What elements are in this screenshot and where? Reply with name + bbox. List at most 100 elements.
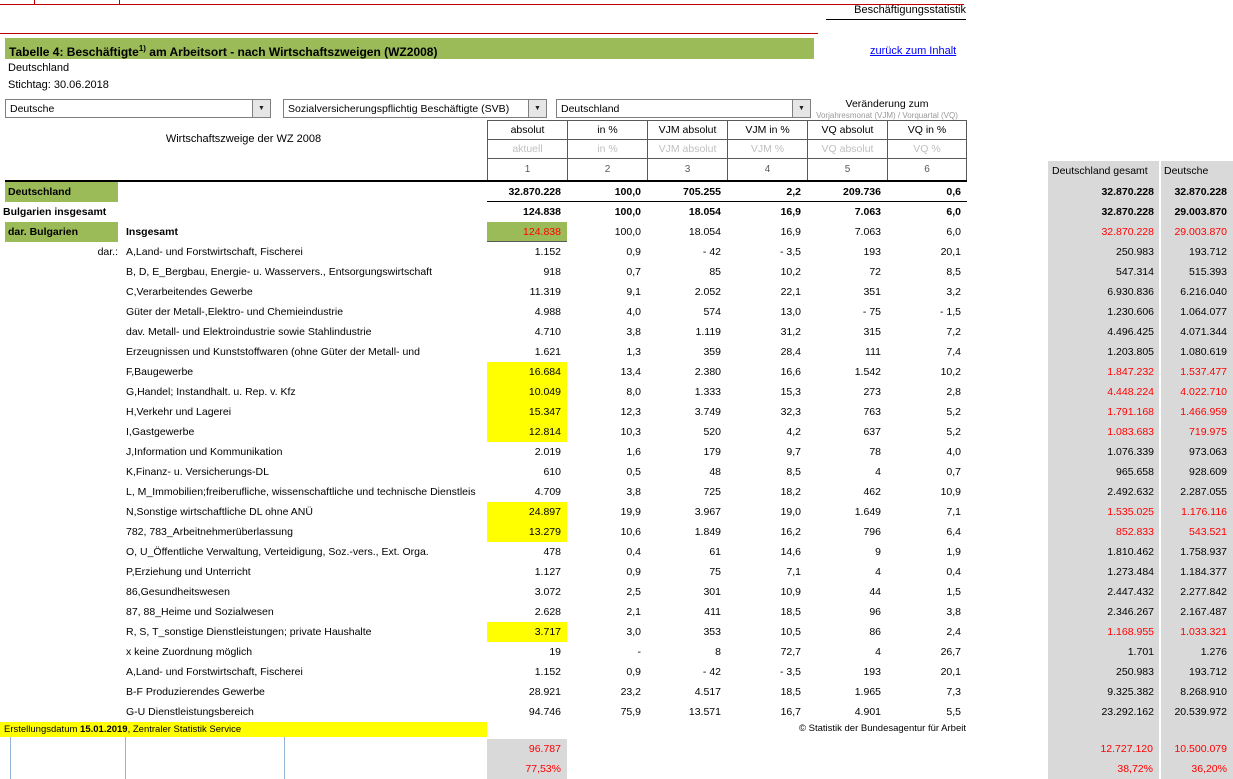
cell-absolut: 13.279 <box>487 522 567 542</box>
region-dropdown[interactable]: Deutschland ▼ <box>556 99 811 118</box>
cell-in-percent: 8,0 <box>567 382 647 402</box>
cell-vq-absolut: 351 <box>807 282 887 302</box>
row-side-label: Deutschland <box>0 182 125 202</box>
cell-deutsche: 1.184.377 <box>1160 562 1233 582</box>
cell-vq-absolut: 4 <box>807 462 887 482</box>
row-label: N,Sonstige wirtschaftliche DL ohne ANÜ <box>125 502 487 522</box>
cell-vjm-absolut: 1.119 <box>647 322 727 342</box>
cell-absolut: 3.072 <box>487 582 567 602</box>
cell-in-percent: 100,0 <box>567 202 647 222</box>
table-row: B-F Produzierendes Gewerbe 28.921 23,2 4… <box>0 682 1233 702</box>
cell-deutschland-gesamt: 250.983 <box>1048 662 1160 682</box>
cell-in-percent: 0,9 <box>567 562 647 582</box>
cell-vq-absolut: 637 <box>807 422 887 442</box>
dropdown-arrow-icon[interactable]: ▼ <box>528 100 546 117</box>
row-side-label <box>0 382 125 402</box>
gridline <box>284 737 285 779</box>
measure-dropdown[interactable]: Sozialversicherungspflichtig Beschäftigt… <box>283 99 547 118</box>
cell-vjm-percent: 18,5 <box>727 682 807 702</box>
table-row: B, D, E_Bergbau, Energie- u. Wasservers.… <box>0 262 1233 282</box>
cell-vjm-absolut: 85 <box>647 262 727 282</box>
col-header-absolut: absolut <box>487 120 567 139</box>
summary-pct-gesamt: 38,72% <box>1048 759 1159 779</box>
col-number-4: 4 <box>727 158 807 180</box>
cell-vjm-percent: - 3,5 <box>727 242 807 262</box>
table-row: O, U_Öffentliche Verwaltung, Verteidigun… <box>0 542 1233 562</box>
table-row: Güter der Metall-,Elektro- und Chemieind… <box>0 302 1233 322</box>
row-side-label: dar. Bulgarien <box>0 222 125 242</box>
spreadsheet-view: Beschäftigungsstatistik Tabelle 4: Besch… <box>0 0 1233 779</box>
row-label: F,Baugewerbe <box>125 362 487 382</box>
cell-in-percent: 12,3 <box>567 402 647 422</box>
cell-vjm-absolut: 3.967 <box>647 502 727 522</box>
row-side-label <box>0 442 125 462</box>
table-row: 87, 88_Heime und Sozialwesen 2.628 2,1 4… <box>0 602 1233 622</box>
cell-in-percent: 10,6 <box>567 522 647 542</box>
cell-vq-absolut: 7.063 <box>807 222 887 242</box>
cell-vjm-absolut: 2.380 <box>647 362 727 382</box>
cell-vjm-percent: 16,6 <box>727 362 807 382</box>
cell-absolut: 15.347 <box>487 402 567 422</box>
cell-vjm-absolut: 359 <box>647 342 727 362</box>
cell-vjm-absolut: 1.849 <box>647 522 727 542</box>
cell-deutschland-gesamt: 23.292.162 <box>1048 702 1160 722</box>
cell-absolut: 918 <box>487 262 567 282</box>
row-side-label <box>0 502 125 522</box>
spacer <box>967 462 1048 482</box>
cell-deutschland-gesamt: 6.930.836 <box>1048 282 1160 302</box>
cell-vjm-absolut: 61 <box>647 542 727 562</box>
gridline <box>10 737 11 779</box>
row-side-label <box>0 282 125 302</box>
row-side-label <box>0 322 125 342</box>
cell-vjm-absolut: 705.255 <box>647 182 727 202</box>
cell-vjm-percent: 10,5 <box>727 622 807 642</box>
col-subheader-vjm-percent: VJM % <box>727 139 807 158</box>
spacer <box>967 622 1048 642</box>
cell-absolut: 1.152 <box>487 242 567 262</box>
cell-vq-percent: 20,1 <box>887 242 967 262</box>
row-label: L, M_Immobilien;freiberufliche, wissensc… <box>125 482 487 502</box>
cell-absolut: 32.870.228 <box>487 182 567 202</box>
cell-deutsche: 6.216.040 <box>1160 282 1233 302</box>
col-number-2: 2 <box>567 158 647 180</box>
cell-deutschland-gesamt: 1.535.025 <box>1048 502 1160 522</box>
cell-vq-percent: 6,0 <box>887 202 967 222</box>
cell-vq-absolut: 4 <box>807 562 887 582</box>
cell-vjm-absolut: 179 <box>647 442 727 462</box>
spacer <box>967 302 1048 322</box>
dropdown-arrow-icon[interactable]: ▼ <box>252 100 270 117</box>
summary-absolut: 96.787 <box>487 739 567 759</box>
spacer <box>967 222 1048 242</box>
table-row: dar.: A,Land- und Forstwirtschaft, Fisch… <box>0 242 1233 262</box>
cell-deutsche: 2.277.842 <box>1160 582 1233 602</box>
cell-in-percent: 0,9 <box>567 662 647 682</box>
row-side-label <box>0 542 125 562</box>
cell-vq-absolut: 111 <box>807 342 887 362</box>
back-to-contents-link[interactable]: zurück zum Inhalt <box>870 45 956 57</box>
row-side-label <box>0 302 125 322</box>
cell-absolut: 478 <box>487 542 567 562</box>
cell-vjm-percent: 19,0 <box>727 502 807 522</box>
cell-vq-percent: 10,2 <box>887 362 967 382</box>
table-title-main: Tabelle 4: Beschäftigte <box>9 45 139 59</box>
cell-deutschland-gesamt: 2.492.632 <box>1048 482 1160 502</box>
nationality-dropdown[interactable]: Deutsche ▼ <box>5 99 271 118</box>
col-header-vjm-absolut: VJM absolut <box>647 120 727 139</box>
cell-vq-percent: 7,4 <box>887 342 967 362</box>
cell-vjm-percent: 16,2 <box>727 522 807 542</box>
cell-vq-absolut: 193 <box>807 242 887 262</box>
cell-vq-absolut: 72 <box>807 262 887 282</box>
cell-absolut: 2.628 <box>487 602 567 622</box>
cell-vq-absolut: 462 <box>807 482 887 502</box>
cell-deutschland-gesamt: 852.833 <box>1048 522 1160 542</box>
spacer <box>967 422 1048 442</box>
table-row: K,Finanz- u. Versicherungs-DL 610 0,5 48… <box>0 462 1233 482</box>
footer-note: Erstellungsdatum 15.01.2019, Zentraler S… <box>0 722 487 737</box>
cell-deutschland-gesamt: 1.273.484 <box>1048 562 1160 582</box>
cell-vjm-absolut: 1.333 <box>647 382 727 402</box>
cell-vjm-percent: 31,2 <box>727 322 807 342</box>
spacer <box>967 322 1048 342</box>
row-label: 87, 88_Heime und Sozialwesen <box>125 602 487 622</box>
footer-created-date: 15.01.2019 <box>80 724 128 735</box>
cell-vq-percent: 1,5 <box>887 582 967 602</box>
